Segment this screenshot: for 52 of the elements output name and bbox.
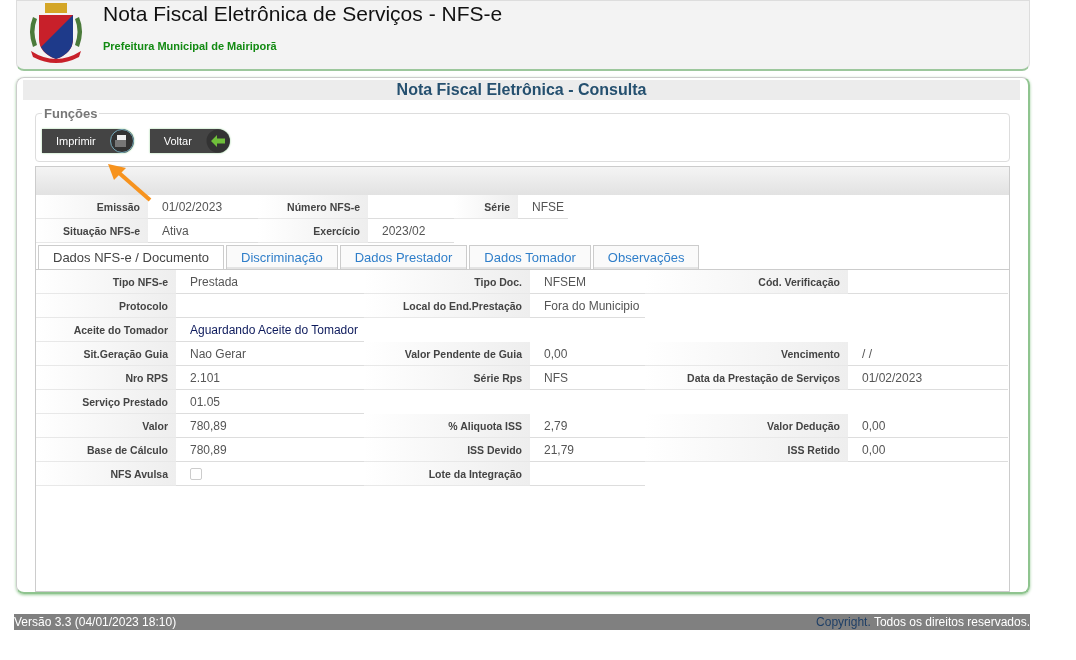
field-label: Lote da Integração bbox=[364, 462, 530, 486]
field-label: Cód. Verificação bbox=[645, 270, 848, 294]
field-label: Valor Pendente de Guia bbox=[364, 342, 530, 366]
field-label: Sit.Geração Guia bbox=[36, 342, 176, 366]
annotation-arrow bbox=[106, 162, 152, 202]
tab[interactable]: Dados NFS-e / Documento bbox=[38, 245, 225, 269]
field-value: 2023/02 bbox=[368, 219, 454, 243]
copyright-text: Copyright. Todos os direitos reservados. bbox=[816, 615, 1030, 629]
field-label: Série bbox=[454, 195, 518, 219]
field-value: NFSE bbox=[518, 195, 568, 219]
version-text: Versão 3.3 (04/01/2023 18:10) bbox=[14, 615, 177, 629]
printer-icon bbox=[109, 129, 134, 153]
field-label: Situação NFS-e bbox=[36, 219, 148, 243]
field-label: ISS Retido bbox=[645, 438, 848, 462]
field-label: ISS Devido bbox=[364, 438, 530, 462]
copyright-link[interactable]: Copyright. bbox=[816, 615, 871, 629]
field-value: / / bbox=[848, 342, 1008, 366]
field-value: Aguardando Aceite do Tomador bbox=[176, 318, 364, 342]
field-label: Tipo Doc. bbox=[364, 270, 530, 294]
municipality-name: Prefeitura Municipal de Mairiporã bbox=[103, 40, 278, 52]
checkbox[interactable] bbox=[190, 467, 202, 480]
field-label: Aceite do Tomador bbox=[36, 318, 176, 342]
tab[interactable]: Dados Tomador bbox=[469, 245, 591, 269]
field-label: Número NFS-e bbox=[258, 195, 368, 219]
page-title: Nota Fiscal Eletrônica - Consulta bbox=[23, 80, 1020, 100]
field-label: Valor bbox=[36, 414, 176, 438]
print-button[interactable]: Imprimir bbox=[42, 129, 134, 153]
field-value: 01.05 bbox=[176, 390, 364, 414]
tab[interactable]: Observações bbox=[592, 245, 700, 269]
field-label: Exercício bbox=[258, 219, 368, 243]
field-value: 0,00 bbox=[848, 438, 1008, 462]
app-title: Nota Fiscal Eletrônica de Serviços - NFS-e bbox=[103, 2, 503, 26]
field-label: Base de Cálculo bbox=[36, 438, 176, 462]
field-label: Data da Prestação de Serviços bbox=[645, 366, 848, 390]
field-label: Série Rps bbox=[364, 366, 530, 390]
back-button[interactable]: Voltar bbox=[149, 129, 230, 153]
field-label: Serviço Prestado bbox=[36, 390, 176, 414]
field-value: 0,00 bbox=[848, 414, 1008, 438]
tab[interactable]: Discriminação bbox=[226, 245, 338, 269]
field-value: Fora do Municipio bbox=[530, 294, 645, 318]
tab[interactable]: Dados Prestador bbox=[339, 245, 468, 269]
field-label: Protocolo bbox=[36, 294, 176, 318]
field-label: NFS Avulsa bbox=[36, 462, 176, 486]
field-label: Tipo NFS-e bbox=[36, 270, 176, 294]
field-label: Vencimento bbox=[645, 342, 848, 366]
field-label: Valor Dedução bbox=[645, 414, 848, 438]
field-value: 01/02/2023 bbox=[848, 366, 1008, 390]
field-label: Local do End.Prestação bbox=[364, 294, 530, 318]
group-legend: Funções bbox=[42, 106, 100, 121]
field-label: Nro RPS bbox=[36, 366, 176, 390]
field-label: Emissão bbox=[36, 195, 148, 219]
field-label: % Aliquota ISS bbox=[364, 414, 530, 438]
